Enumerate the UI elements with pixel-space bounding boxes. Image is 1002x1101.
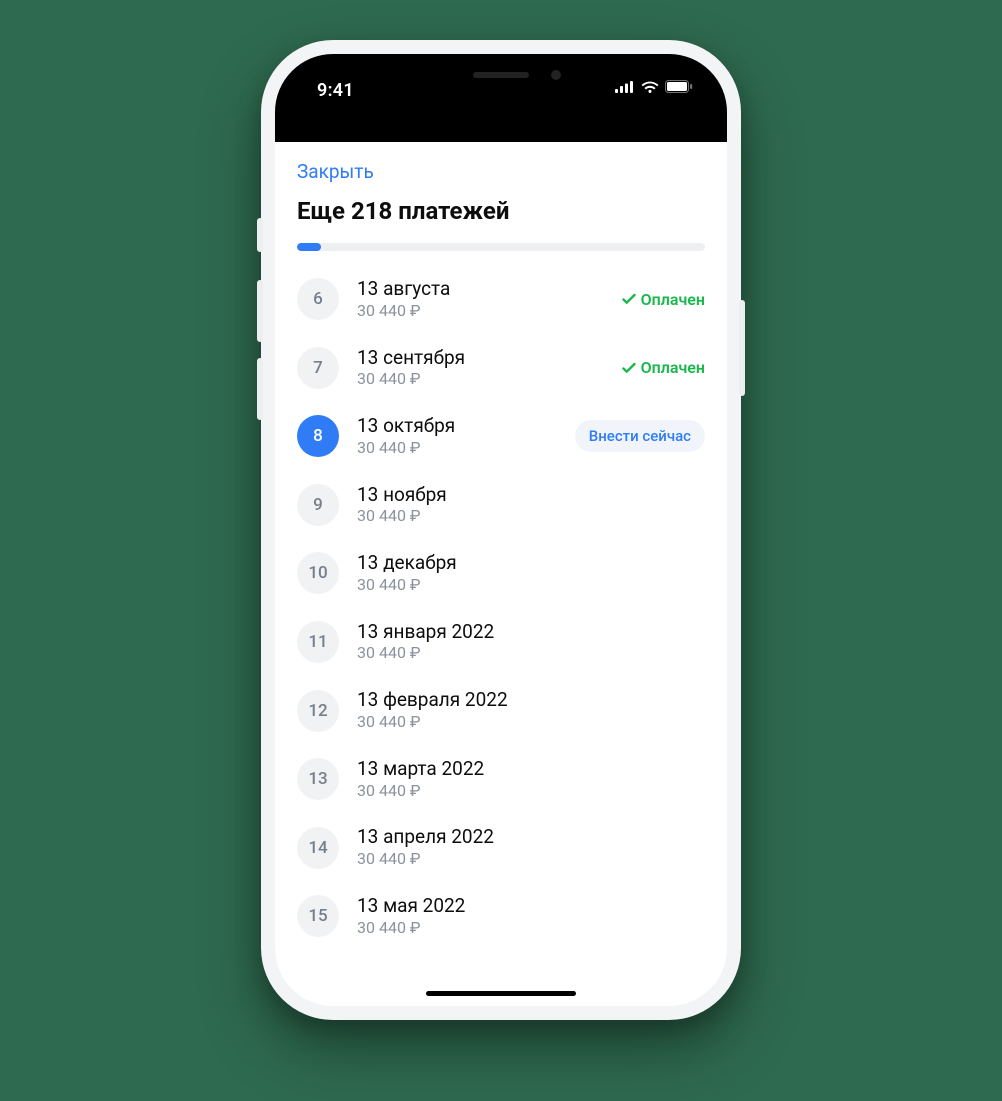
- status-bar: 9:41: [275, 54, 727, 142]
- speaker-grille: [473, 72, 529, 78]
- front-camera: [551, 70, 561, 80]
- payment-row[interactable]: 10 13 декабря30 440 ₽: [297, 539, 705, 608]
- payment-info: 13 января 202230 440 ₽: [357, 620, 705, 665]
- payment-date: 13 сентября: [357, 346, 603, 370]
- payment-index: 7: [297, 347, 339, 389]
- payment-info: 13 октября30 440 ₽: [357, 414, 557, 459]
- payment-date: 13 октября: [357, 414, 557, 438]
- payment-index: 9: [297, 484, 339, 526]
- page-title: Еще 218 платежей: [297, 197, 705, 243]
- payment-amount: 30 440 ₽: [357, 438, 557, 459]
- payment-info: 13 сентября30 440 ₽: [357, 346, 603, 391]
- pay-now-button[interactable]: Внести сейчас: [575, 420, 705, 452]
- content: Закрыть Еще 218 платежей 613 августа30 4…: [275, 142, 727, 1006]
- payment-row[interactable]: 8 13 октября30 440 ₽ Внести сейчас: [297, 402, 705, 471]
- payment-amount: 30 440 ₽: [357, 301, 603, 322]
- payment-amount: 30 440 ₽: [357, 781, 705, 802]
- status-paid-label: Оплачен: [641, 290, 705, 309]
- payment-row[interactable]: 14 13 апреля 202230 440 ₽: [297, 813, 705, 882]
- payment-index: 10: [297, 552, 339, 594]
- payment-amount: 30 440 ₽: [357, 643, 705, 664]
- volume-down-button[interactable]: [257, 358, 263, 420]
- payment-index: 15: [297, 895, 339, 937]
- payment-index: 6: [297, 278, 339, 320]
- payment-info: 13 февраля 202230 440 ₽: [357, 688, 705, 733]
- payment-date: 13 марта 2022: [357, 757, 705, 781]
- screen: 9:41 Закрыть Еще 218 платежей 61: [275, 54, 727, 1006]
- status-paid-badge: Оплачен: [621, 290, 705, 309]
- payment-amount: 30 440 ₽: [357, 575, 705, 596]
- payment-index: 12: [297, 690, 339, 732]
- payment-list[interactable]: 613 августа30 440 ₽Оплачен713 сентября30…: [297, 265, 705, 950]
- wifi-icon: [641, 81, 659, 93]
- payment-date: 13 января 2022: [357, 620, 705, 644]
- status-paid-badge: Оплачен: [621, 358, 705, 377]
- battery-icon: [665, 80, 693, 93]
- payment-row[interactable]: 12 13 февраля 202230 440 ₽: [297, 676, 705, 745]
- check-icon: [621, 291, 637, 307]
- payment-date: 13 ноября: [357, 483, 705, 507]
- home-indicator[interactable]: [426, 991, 576, 996]
- payment-date: 13 мая 2022: [357, 894, 705, 918]
- payment-date: 13 декабря: [357, 551, 705, 575]
- payment-row[interactable]: 15 13 мая 202230 440 ₽: [297, 882, 705, 951]
- payment-amount: 30 440 ₽: [357, 506, 705, 527]
- payment-row[interactable]: 7 13 сентября30 440 ₽ Оплачен: [297, 334, 705, 403]
- notch: [401, 54, 601, 98]
- payment-amount: 30 440 ₽: [357, 849, 705, 870]
- status-time: 9:41: [317, 80, 354, 101]
- progress-bar: [297, 243, 705, 251]
- payment-info: 13 августа30 440 ₽: [357, 277, 603, 322]
- status-icons: [615, 80, 693, 93]
- payment-index: 13: [297, 758, 339, 800]
- progress-fill: [297, 243, 321, 251]
- payment-row[interactable]: 13 13 марта 202230 440 ₽: [297, 745, 705, 814]
- payment-index: 8: [297, 415, 339, 457]
- payment-info: 13 ноября30 440 ₽: [357, 483, 705, 528]
- close-button[interactable]: Закрыть: [297, 142, 705, 197]
- payment-date: 13 февраля 2022: [357, 688, 705, 712]
- payment-amount: 30 440 ₽: [357, 918, 705, 939]
- power-button[interactable]: [739, 300, 745, 396]
- payment-info: 13 апреля 202230 440 ₽: [357, 825, 705, 870]
- payment-row[interactable]: 6 13 августа30 440 ₽ Оплачен: [297, 265, 705, 334]
- payment-index: 11: [297, 621, 339, 663]
- payment-row[interactable]: 9 13 ноября30 440 ₽: [297, 471, 705, 540]
- payment-amount: 30 440 ₽: [357, 712, 705, 733]
- phone-frame: 9:41 Закрыть Еще 218 платежей 61: [261, 40, 741, 1020]
- payment-date: 13 апреля 2022: [357, 825, 705, 849]
- payment-date: 13 августа: [357, 277, 603, 301]
- payment-info: 13 марта 202230 440 ₽: [357, 757, 705, 802]
- payment-info: 13 декабря30 440 ₽: [357, 551, 705, 596]
- payment-row[interactable]: 11 13 января 202230 440 ₽: [297, 608, 705, 677]
- silence-switch[interactable]: [257, 218, 263, 252]
- payment-info: 13 мая 202230 440 ₽: [357, 894, 705, 939]
- volume-up-button[interactable]: [257, 280, 263, 342]
- status-paid-label: Оплачен: [641, 358, 705, 377]
- payment-amount: 30 440 ₽: [357, 369, 603, 390]
- payment-index: 14: [297, 827, 339, 869]
- cellular-icon: [615, 81, 635, 93]
- check-icon: [621, 360, 637, 376]
